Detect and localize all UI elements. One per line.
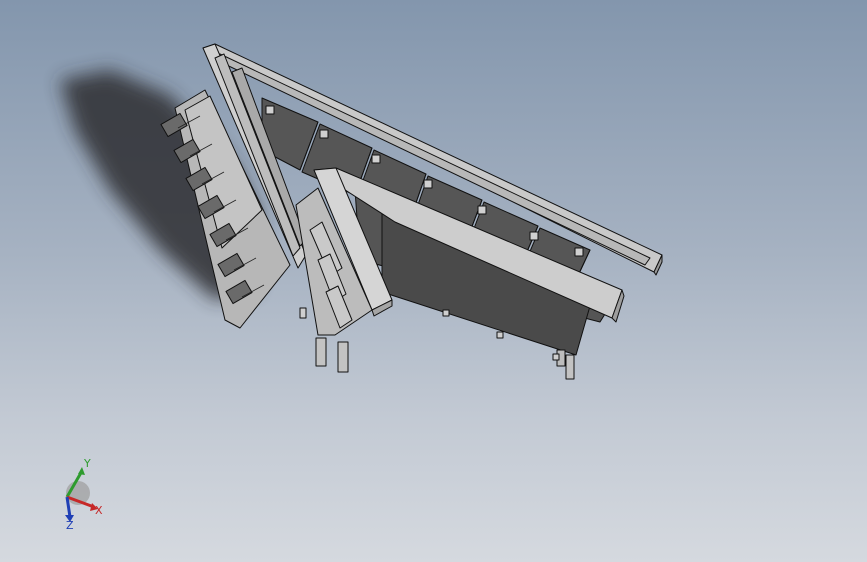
graphics-viewport[interactable]: Y X Z xyxy=(0,0,867,562)
x-axis-label: X xyxy=(95,504,103,517)
y-axis-label: Y xyxy=(83,457,91,470)
z-axis-label: Z xyxy=(66,519,74,530)
cad-model-scene[interactable] xyxy=(0,0,867,562)
coordinate-triad: Y X Z xyxy=(65,457,103,530)
